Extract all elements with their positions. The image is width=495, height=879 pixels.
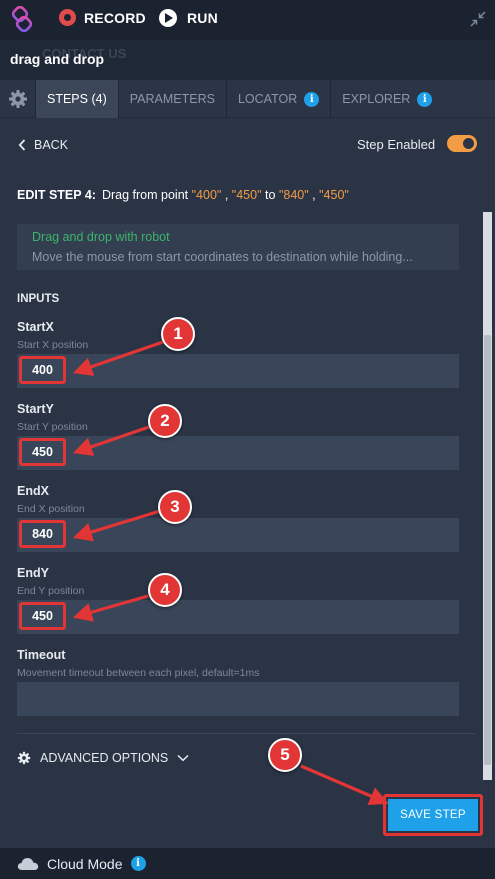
edit-step-value: "840" — [278, 188, 309, 202]
edit-step-heading: EDIT STEP 4: Drag from point "400" , "450… — [17, 188, 349, 202]
top-toolbar: RECORD RUN — [0, 0, 495, 40]
tab-locator-label: LOCATOR — [237, 92, 298, 106]
endx-label: EndX — [17, 484, 49, 498]
step-enabled-label: Step Enabled — [357, 137, 436, 152]
record-label: RECORD — [84, 9, 146, 26]
timeout-field[interactable] — [17, 682, 459, 716]
starty-value: 450 — [19, 438, 66, 466]
back-label: BACK — [34, 138, 69, 152]
footer-bar: Cloud Mode i — [0, 848, 495, 879]
record-icon — [59, 9, 76, 26]
edit-step-to: to — [265, 188, 276, 202]
step-description-text: Move the mouse from start coordinates to… — [32, 250, 413, 264]
tab-explorer-label: EXPLORER — [342, 92, 411, 106]
info-icon: i — [417, 91, 433, 107]
gear-icon — [17, 751, 31, 765]
tab-steps[interactable]: STEPS (4) — [36, 80, 119, 118]
endy-value: 450 — [19, 602, 66, 630]
endx-value: 840 — [19, 520, 66, 548]
step-enabled-toggle[interactable] — [447, 135, 477, 152]
starty-hint: Start Y position — [17, 421, 88, 433]
edit-step-value: "450" — [231, 188, 262, 202]
run-button[interactable]: RUN — [159, 9, 218, 27]
app-logo-icon — [11, 6, 33, 32]
save-step-button-highlight: SAVE STEP — [383, 794, 483, 836]
info-icon: i — [304, 91, 320, 107]
endx-hint: End X position — [17, 503, 85, 515]
back-button[interactable]: BACK — [18, 138, 68, 152]
advanced-options-label: ADVANCED OPTIONS — [40, 751, 169, 765]
endx-field[interactable]: 840 — [17, 518, 459, 552]
tab-parameters[interactable]: PARAMETERS — [119, 80, 227, 118]
edit-step-value: "450" — [319, 188, 349, 202]
divider — [17, 733, 475, 734]
timeout-hint: Movement timeout between each pixel, def… — [17, 667, 260, 679]
edit-step-value: "400" — [191, 188, 222, 202]
startx-field[interactable]: 400 — [17, 354, 459, 388]
startx-hint: Start X position — [17, 339, 89, 351]
advanced-options-toggle[interactable]: ADVANCED OPTIONS — [17, 751, 189, 765]
cloud-mode-label: Cloud Mode — [47, 855, 123, 872]
step-description: Drag and drop with robot Move the mouse … — [17, 224, 459, 270]
inputs-heading: INPUTS — [17, 293, 60, 305]
startx-value: 400 — [19, 356, 66, 384]
step-description-title: Drag and drop with robot — [32, 230, 170, 244]
callout-badge-1: 1 — [161, 317, 195, 351]
tab-bar: STEPS (4) PARAMETERS LOCATOR i EXPLORER … — [0, 80, 495, 118]
chevron-left-icon — [18, 139, 26, 151]
window-title-bar: drag and drop — [0, 44, 495, 78]
tab-parameters-label: PARAMETERS — [129, 92, 215, 106]
callout-badge-4: 4 — [148, 573, 182, 607]
endy-label: EndY — [17, 566, 49, 580]
window-title: drag and drop — [10, 51, 105, 67]
scrollbar-thumb[interactable] — [484, 335, 491, 765]
tab-steps-label: STEPS (4) — [47, 92, 107, 106]
collapse-icon[interactable] — [470, 11, 486, 27]
edit-step-separator: , — [224, 188, 229, 202]
record-button[interactable]: RECORD — [59, 9, 146, 26]
callout-badge-2: 2 — [148, 404, 182, 438]
startx-label: StartX — [17, 320, 54, 334]
chevron-down-icon — [177, 754, 189, 762]
starty-field[interactable]: 450 — [17, 436, 459, 470]
edit-step-separator: , — [312, 188, 316, 202]
callout-badge-5: 5 — [268, 738, 302, 772]
endy-field[interactable]: 450 — [17, 600, 459, 634]
settings-tab[interactable] — [0, 80, 36, 118]
run-label: RUN — [187, 10, 218, 26]
endy-hint: End Y position — [17, 585, 85, 597]
callout-badge-3: 3 — [158, 490, 192, 524]
timeout-label: Timeout — [17, 648, 66, 662]
edit-step-text: Drag from point — [101, 188, 189, 202]
info-icon[interactable]: i — [130, 856, 146, 871]
play-icon — [159, 9, 177, 27]
save-step-button[interactable]: SAVE STEP — [388, 799, 478, 831]
edit-step-prefix: EDIT STEP 4: — [17, 188, 96, 202]
tab-explorer[interactable]: EXPLORER i — [331, 80, 443, 118]
cloud-icon — [17, 857, 39, 870]
tab-locator[interactable]: LOCATOR i — [227, 80, 332, 118]
starty-label: StartY — [17, 402, 54, 416]
gear-icon — [8, 90, 27, 108]
step-editor-panel: BACK Step Enabled EDIT STEP 4: Drag from … — [0, 118, 495, 848]
